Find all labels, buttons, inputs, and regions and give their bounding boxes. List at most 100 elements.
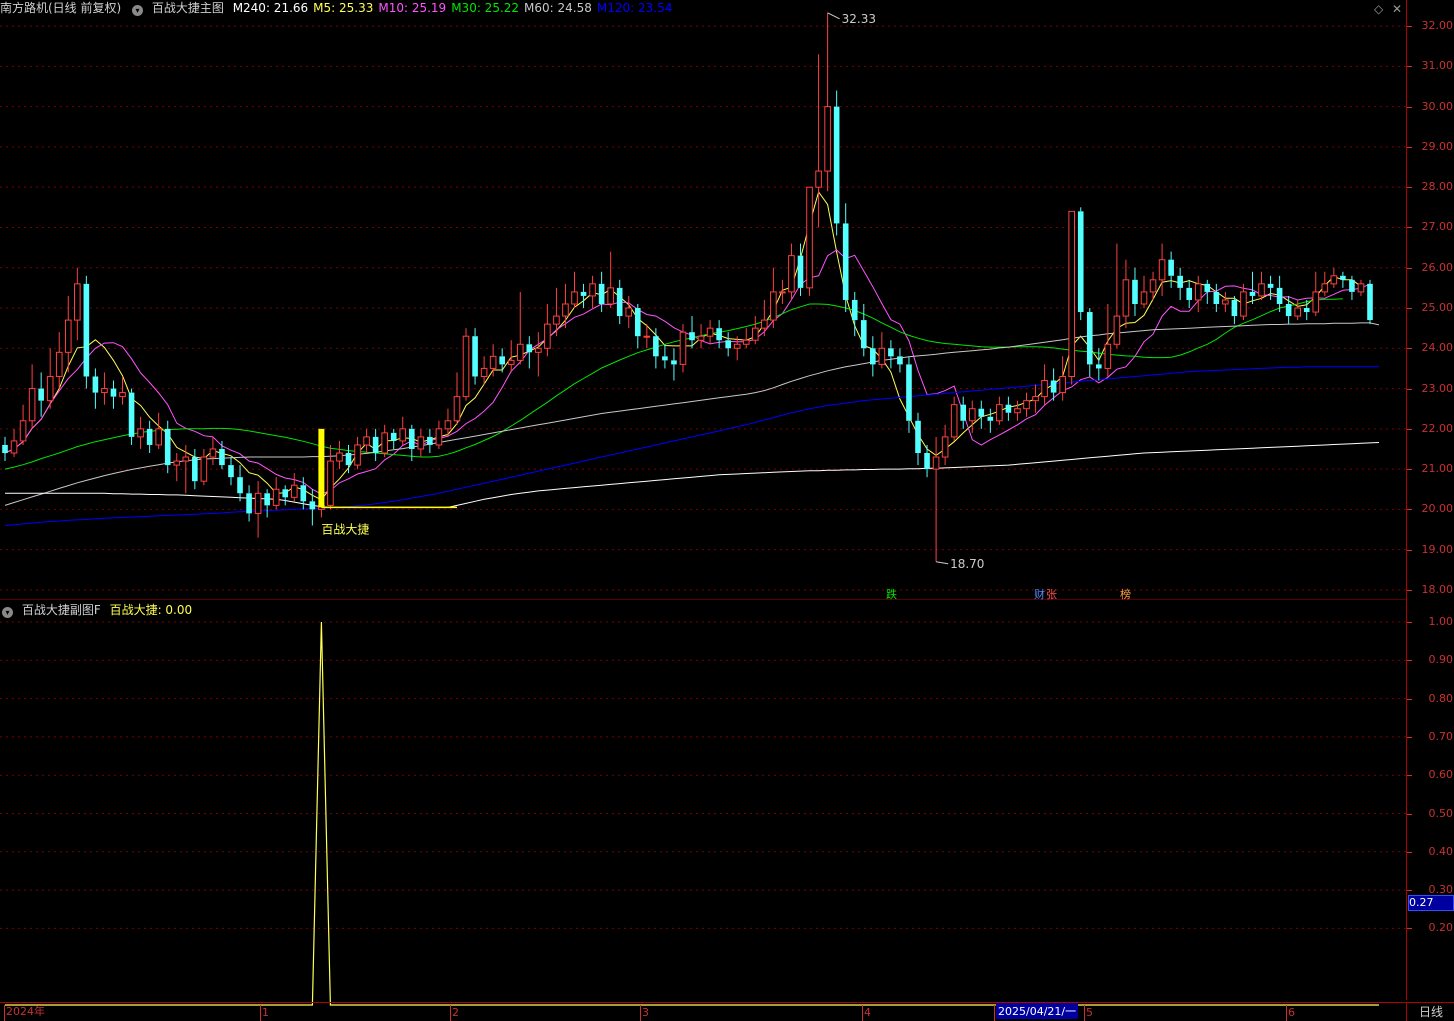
- candle-body-up: [1140, 291, 1148, 305]
- candle-body-down: [1267, 283, 1274, 288]
- time-tick-label: 2024年: [6, 1005, 45, 1018]
- candle-body-down: [1285, 303, 1292, 317]
- candle: [1249, 271, 1256, 304]
- sub-tick-label: 0.20: [1428, 921, 1454, 935]
- candle-body-down: [1168, 259, 1174, 276]
- candle: [264, 489, 270, 518]
- price-tick-mark: [1407, 227, 1412, 229]
- candle: [372, 428, 379, 462]
- price-tick-mark: [1407, 509, 1412, 511]
- candle-body-down: [725, 340, 731, 349]
- candle: [842, 203, 849, 313]
- time-axis: 2024年 1 2 3 4 2025/04/21/一 5 6: [0, 1002, 1406, 1021]
- candle-body-down: [246, 493, 252, 514]
- ma-line-m120: [4, 366, 1379, 526]
- sub-tick-label: 0.60: [1428, 768, 1454, 782]
- candle: [435, 420, 443, 449]
- candle: [1023, 392, 1030, 417]
- candle-body-up: [535, 347, 542, 353]
- candle-body-up: [1357, 283, 1365, 293]
- price-tick-mark: [1407, 308, 1412, 309]
- period-selector[interactable]: 日线: [1406, 1002, 1454, 1021]
- candle: [580, 283, 587, 309]
- price-tick-label: 32.00: [1421, 19, 1454, 33]
- candle-body-up: [770, 291, 777, 321]
- candle-body-down: [1005, 404, 1012, 413]
- candle: [598, 271, 605, 313]
- candle-body-up: [742, 339, 750, 345]
- candle: [996, 396, 1003, 425]
- candle: [427, 428, 433, 454]
- sub-tick-label: 0.70: [1428, 729, 1454, 743]
- candle: [1077, 207, 1084, 321]
- candle-body-down: [1340, 275, 1346, 280]
- candle-body-up: [878, 347, 886, 365]
- candle: [950, 396, 958, 441]
- candle-body-down: [924, 453, 930, 470]
- candle: [137, 416, 144, 449]
- candle: [363, 428, 370, 454]
- sub-tick-label: 0.90: [1428, 653, 1454, 667]
- candle: [616, 279, 623, 325]
- candle: [1340, 271, 1346, 288]
- candle: [1276, 275, 1283, 313]
- candle: [1357, 279, 1365, 296]
- candle-body-down: [833, 106, 840, 224]
- candle-body-down: [987, 416, 994, 421]
- candle: [725, 332, 731, 357]
- time-tick-label: 5: [1086, 1006, 1093, 1019]
- candle: [1312, 271, 1320, 317]
- candle: [788, 243, 795, 300]
- candle-body-up: [1330, 275, 1338, 285]
- candle: [1104, 303, 1112, 377]
- candle-body-up: [182, 456, 190, 462]
- candle-body-up: [200, 456, 208, 482]
- candle: [1194, 275, 1202, 313]
- candle-body-up: [1023, 400, 1030, 410]
- candle: [1177, 267, 1183, 300]
- candle-body-up: [815, 170, 822, 188]
- candle-body-up: [336, 452, 343, 462]
- candle: [968, 400, 976, 433]
- candle: [751, 316, 759, 345]
- low-price-annotation: 18.70: [950, 557, 984, 571]
- candle: [671, 348, 677, 381]
- price-tick-mark: [1407, 348, 1412, 350]
- candle: [173, 453, 181, 482]
- price-tick-mark: [1407, 146, 1412, 148]
- time-tick-mark: [862, 1005, 863, 1021]
- candle-body-up: [28, 388, 36, 422]
- candle-body-up: [1321, 283, 1329, 293]
- candle-body-up: [272, 488, 280, 506]
- candle-body-down: [580, 291, 587, 296]
- candle-body-down: [282, 489, 289, 498]
- candle-body-up: [1240, 291, 1247, 317]
- candle-body-down: [526, 344, 533, 353]
- candle-body-down: [1050, 380, 1057, 393]
- candle: [779, 279, 786, 304]
- candle: [28, 364, 36, 429]
- candle-body-down: [653, 336, 659, 357]
- price-tick-mark: [1407, 549, 1412, 551]
- candle-body-up: [64, 319, 72, 353]
- candle-body-down: [1096, 364, 1102, 369]
- candle: [1014, 400, 1021, 421]
- candle: [46, 348, 54, 409]
- candle-body-down: [128, 392, 135, 437]
- price-tick-mark: [1407, 469, 1412, 471]
- candle-body-down: [264, 493, 270, 506]
- candle-body-up: [254, 492, 262, 514]
- candle-body-up: [1059, 375, 1066, 394]
- time-tick-mark: [4, 1005, 5, 1021]
- candle-body-up: [507, 359, 515, 365]
- sub-tick-mark: [1407, 660, 1412, 662]
- candle-body-up: [1032, 396, 1039, 402]
- candle: [634, 303, 641, 349]
- candle: [815, 54, 822, 228]
- candle: [1005, 396, 1012, 421]
- price-tick-label: 20.00: [1421, 502, 1454, 516]
- sub-tick-mark: [1407, 775, 1412, 777]
- candle-body-down: [689, 332, 695, 341]
- candle-body-down: [616, 287, 623, 317]
- candle: [706, 320, 714, 345]
